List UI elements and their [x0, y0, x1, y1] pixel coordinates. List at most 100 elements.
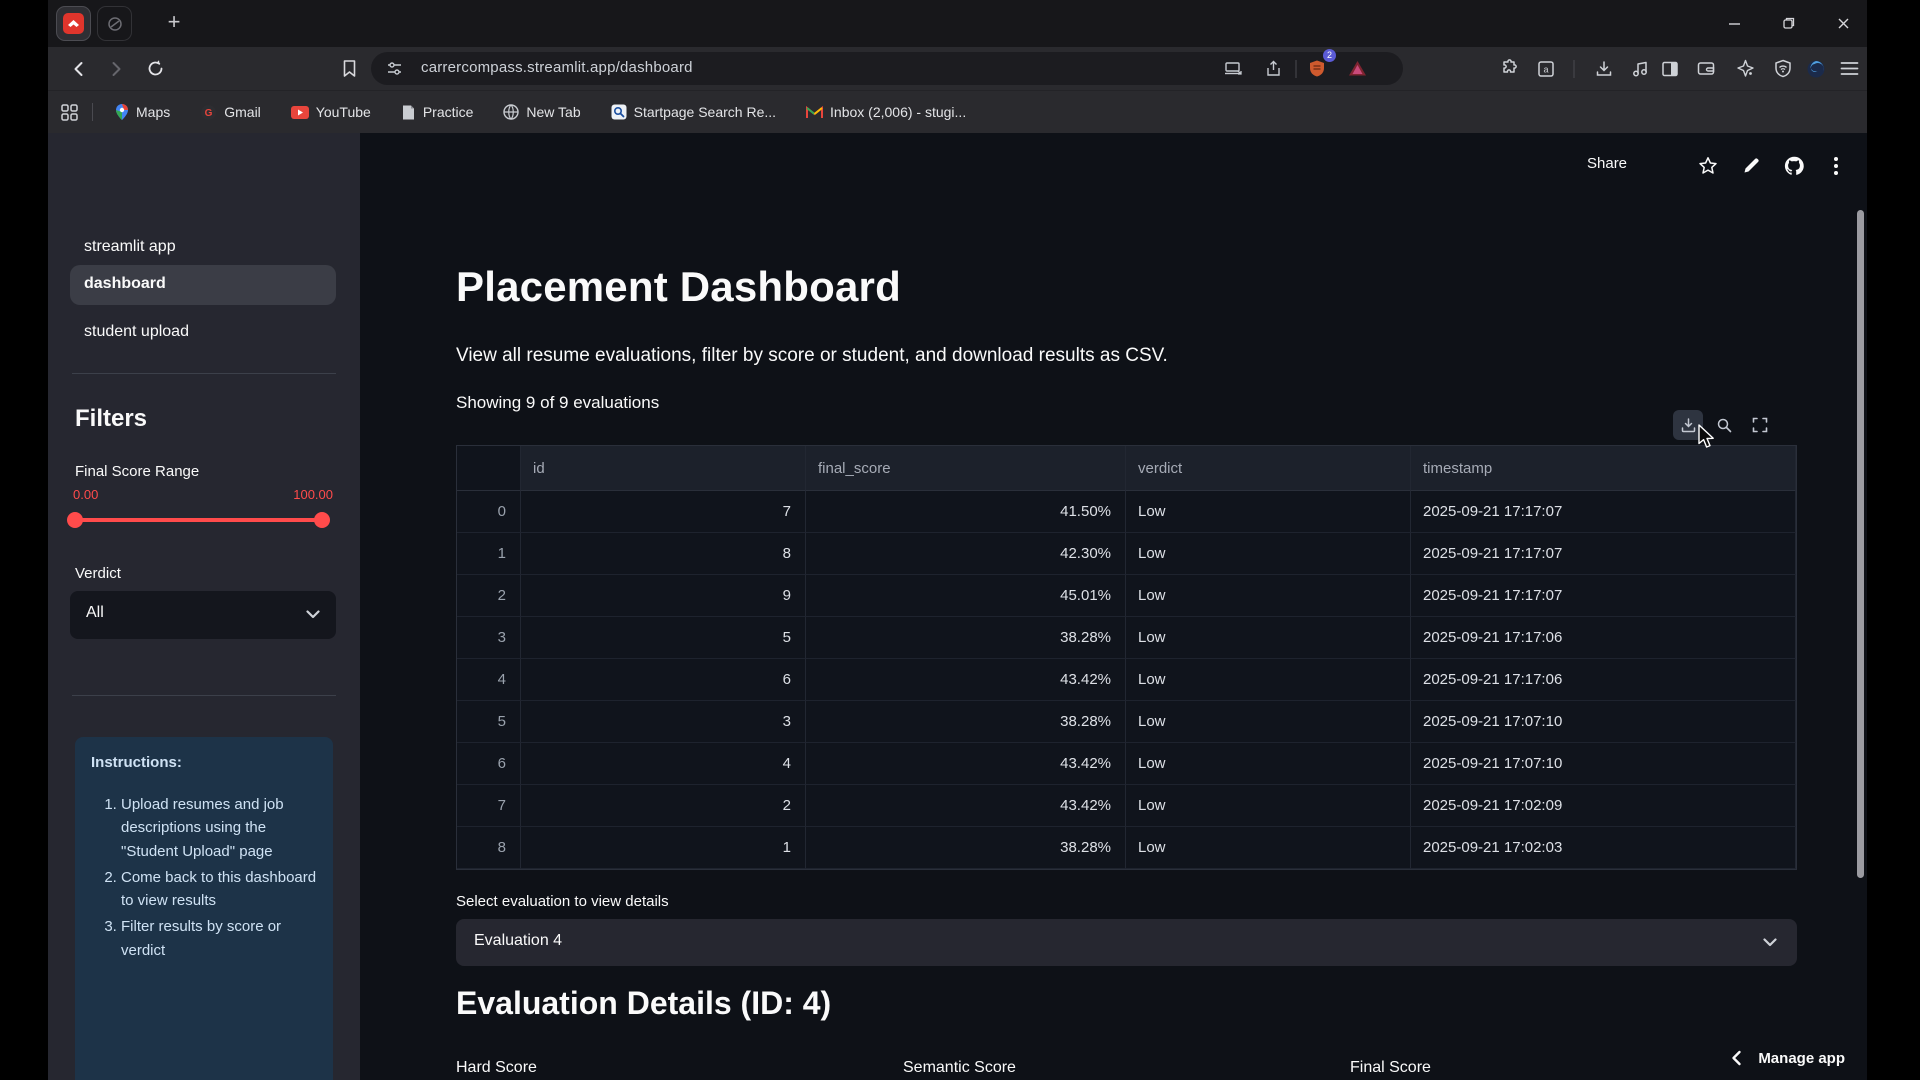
share-button[interactable]: Share	[1587, 155, 1627, 172]
cell-verdict: Low	[1126, 743, 1411, 785]
cell-verdict: Low	[1126, 617, 1411, 659]
cell-timestamp: 2025-09-21 17:17:07	[1411, 491, 1796, 533]
sidebar-item-student-upload[interactable]: student upload	[84, 323, 189, 341]
sidebar-item-dashboard[interactable]: dashboard	[70, 265, 336, 305]
cell-id: 5	[521, 617, 806, 659]
table-row[interactable]: 0 7 41.50% Low 2025-09-21 17:17:07	[457, 491, 1796, 533]
url-bar[interactable]: carrercompass.streamlit.app/dashboard 2	[371, 52, 1403, 85]
rewards-triangle-icon[interactable]	[1342, 54, 1372, 84]
github-icon[interactable]	[1783, 155, 1805, 177]
evaluation-select[interactable]: Evaluation 4	[456, 919, 1797, 966]
cell-index: 2	[457, 575, 521, 617]
bookmark-icon[interactable]	[334, 54, 364, 84]
site-settings-icon[interactable]	[379, 54, 409, 84]
verdict-select[interactable]: All	[70, 591, 336, 639]
streamlit-favicon	[63, 13, 84, 34]
bookmark-practice[interactable]: Practice	[401, 104, 474, 121]
bookmark-youtube[interactable]: YouTube	[291, 104, 371, 120]
instruction-item: Filter results by score or verdict	[121, 915, 317, 962]
col-verdict[interactable]: verdict	[1126, 446, 1411, 491]
cell-timestamp: 2025-09-21 17:07:10	[1411, 743, 1796, 785]
cell-final-score: 43.42%	[806, 659, 1126, 701]
evaluations-table[interactable]: id final_score verdict timestamp 0 7 41.…	[456, 445, 1797, 870]
new-tab-button[interactable]: +	[160, 9, 188, 37]
cell-timestamp: 2025-09-21 17:17:06	[1411, 617, 1796, 659]
table-row[interactable]: 5 3 38.28% Low 2025-09-21 17:07:10	[457, 701, 1796, 743]
downloads-icon[interactable]	[1589, 54, 1619, 84]
table-row[interactable]: 3 5 38.28% Low 2025-09-21 17:17:06	[457, 617, 1796, 659]
filters-heading: Filters	[75, 405, 147, 433]
leo-ai-icon[interactable]	[1730, 54, 1760, 84]
overflow-menu-icon[interactable]	[1834, 157, 1839, 176]
bookmark-maps[interactable]: Maps	[115, 103, 170, 121]
col-index[interactable]	[457, 446, 521, 491]
col-timestamp[interactable]: timestamp	[1411, 446, 1796, 491]
table-row[interactable]: 6 4 43.42% Low 2025-09-21 17:07:10	[457, 743, 1796, 785]
chevron-left-icon	[1730, 1050, 1742, 1066]
menu-icon[interactable]	[1834, 54, 1864, 84]
verdict-label: Verdict	[75, 565, 121, 582]
svg-text:G: G	[205, 108, 213, 119]
wallet-icon[interactable]	[1691, 54, 1721, 84]
minimize-button[interactable]	[1711, 0, 1757, 47]
streamlit-app: streamlit app dashboard student upload F…	[48, 133, 1867, 1080]
extension-shield-icon[interactable]: 2	[1302, 54, 1332, 84]
col-final-score[interactable]: final_score	[806, 446, 1126, 491]
tab-second[interactable]	[97, 6, 132, 41]
apps-grid-icon[interactable]	[61, 104, 78, 121]
col-id[interactable]: id	[521, 446, 806, 491]
table-row[interactable]: 2 9 45.01% Low 2025-09-21 17:17:07	[457, 575, 1796, 617]
table-row[interactable]: 1 8 42.30% Low 2025-09-21 17:17:07	[457, 533, 1796, 575]
maximize-button[interactable]	[1765, 0, 1811, 47]
slider-handle-max[interactable]	[314, 512, 330, 528]
showing-count: Showing 9 of 9 evaluations	[456, 393, 659, 413]
table-row[interactable]: 7 2 43.42% Low 2025-09-21 17:02:09	[457, 785, 1796, 827]
manage-app-button[interactable]: Manage app	[1730, 1042, 1845, 1074]
youtube-icon	[291, 106, 309, 119]
reader-mode-icon[interactable]: a	[1531, 54, 1561, 84]
page-title: Placement Dashboard	[456, 263, 901, 311]
forward-button[interactable]	[101, 54, 131, 84]
reload-button[interactable]	[140, 54, 170, 84]
star-icon[interactable]	[1698, 156, 1718, 176]
bookmark-gmail[interactable]: G Gmail	[200, 104, 261, 121]
metric-hard-score-label: Hard Score	[456, 1059, 537, 1077]
evaluation-select-value: Evaluation 4	[474, 932, 562, 950]
share-icon[interactable]	[1258, 54, 1288, 84]
evaluation-details-title: Evaluation Details (ID: 4)	[456, 985, 831, 1022]
cell-timestamp: 2025-09-21 17:17:07	[1411, 575, 1796, 617]
bookmark-new-tab[interactable]: New Tab	[503, 104, 580, 120]
bookmark-startpage[interactable]: Startpage Search Re...	[611, 104, 776, 120]
blue-extension-icon[interactable]	[1801, 54, 1831, 84]
cell-id: 2	[521, 785, 806, 827]
startpage-icon	[611, 104, 627, 120]
vpn-shield-icon[interactable]	[1768, 54, 1798, 84]
globe-icon	[503, 104, 519, 120]
close-button[interactable]	[1820, 0, 1866, 47]
send-to-device-icon[interactable]	[1218, 54, 1248, 84]
sidebar-item-streamlit-app[interactable]: streamlit app	[84, 238, 176, 256]
metric-final-score-label: Final Score	[1350, 1059, 1431, 1077]
table-row[interactable]: 8 1 38.28% Low 2025-09-21 17:02:03	[457, 827, 1796, 869]
slider-max-value: 100.00	[293, 487, 333, 502]
edit-pencil-icon[interactable]	[1742, 157, 1761, 176]
score-range-slider[interactable]	[72, 518, 325, 522]
table-row[interactable]: 4 6 43.42% Low 2025-09-21 17:17:06	[457, 659, 1796, 701]
sidebar-panel-icon[interactable]	[1655, 54, 1685, 84]
media-icon[interactable]	[1625, 54, 1655, 84]
slider-handle-min[interactable]	[67, 512, 83, 528]
cell-index: 7	[457, 785, 521, 827]
extensions-puzzle-icon[interactable]	[1493, 54, 1523, 84]
tab-streamlit-app[interactable]	[56, 6, 91, 41]
back-button[interactable]	[64, 54, 94, 84]
cell-index: 8	[457, 827, 521, 869]
fullscreen-icon[interactable]	[1745, 410, 1775, 440]
cell-final-score: 38.28%	[806, 701, 1126, 743]
page-scrollbar[interactable]	[1857, 210, 1864, 878]
cell-verdict: Low	[1126, 785, 1411, 827]
cell-timestamp: 2025-09-21 17:02:03	[1411, 827, 1796, 869]
toolbar-separator	[1574, 60, 1575, 78]
dataframe-toolbar	[1673, 407, 1775, 443]
mouse-cursor	[1697, 424, 1719, 450]
bookmark-inbox[interactable]: Inbox (2,006) - stugi...	[806, 104, 966, 120]
